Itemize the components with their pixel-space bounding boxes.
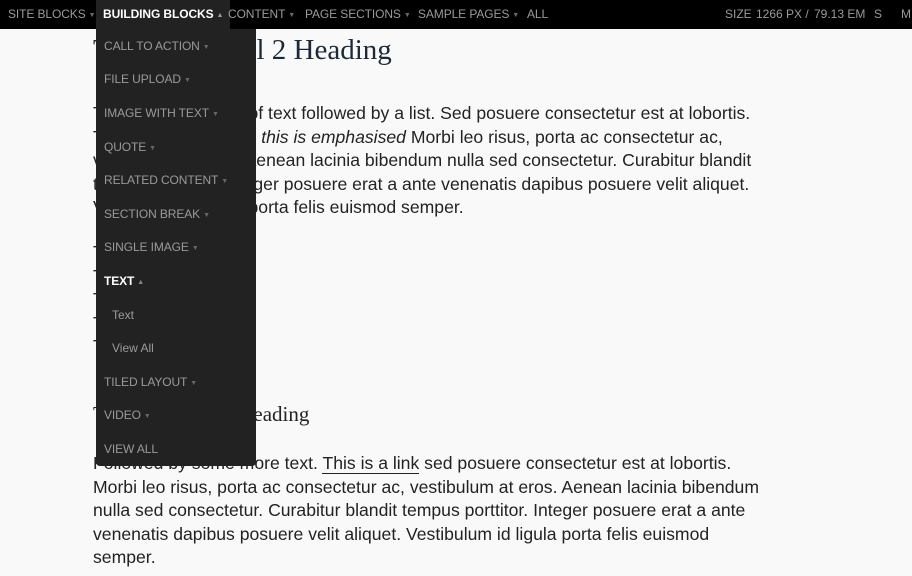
chevron-down-icon: ▼ [211, 111, 219, 118]
building-blocks-dropdown: CALL TO ACTION ▼ FILE UPLOAD ▼ IMAGE WITH … [96, 29, 256, 466]
nav-label: BUILDING BLOCKS [103, 7, 214, 21]
paragraph-line: venenatis dapibus posuere velit aliquet.… [93, 523, 710, 544]
menu-item-section-break[interactable]: SECTION BREAK ▼ [104, 207, 210, 221]
size-px-value: 1266 PX / [756, 7, 809, 21]
text-run: sed posuere consectetur est at lobortis. [419, 453, 732, 473]
size-em-value: 79.13 EM [814, 7, 866, 21]
text-run: Morbi leo risus, porta ac consectetur ac… [405, 126, 723, 147]
nav-label: PAGE SECTIONS [305, 7, 401, 21]
menu-label: TEXT [104, 274, 135, 288]
menu-item-tiled-layout[interactable]: TILED LAYOUT ▼ [104, 375, 197, 389]
chevron-down-icon: ▼ [288, 12, 296, 19]
breakpoint-medium-button[interactable]: M [901, 0, 911, 29]
paragraph-line: semper. [93, 547, 156, 567]
menu-item-call-to-action[interactable]: CALL TO ACTION ▼ [104, 39, 210, 53]
chevron-up-icon: ▲ [216, 12, 224, 19]
chevron-down-icon: ▼ [190, 380, 198, 387]
nav-site-blocks[interactable]: SITE BLOCKS ▼ [8, 0, 96, 29]
chevron-down-icon: ▼ [88, 12, 96, 19]
size-label: SIZE [725, 7, 752, 21]
chevron-up-icon: ▲ [137, 279, 145, 286]
menu-label: VIEW ALL [104, 442, 158, 456]
menu-item-text[interactable]: TEXT ▲ [104, 274, 144, 288]
menu-label: SINGLE IMAGE [104, 240, 189, 254]
chevron-down-icon: ▼ [149, 145, 157, 152]
menu-item-related-content[interactable]: RELATED CONTENT ▼ [104, 173, 228, 187]
top-navigation-bar: SITE BLOCKS ▼ BUILDING BLOCKS ▲ CONTENT ▼ P… [0, 0, 912, 29]
chevron-down-icon: ▼ [203, 212, 210, 219]
menu-label: QUOTE [104, 140, 147, 154]
chevron-down-icon: ▼ [183, 77, 191, 84]
nav-building-blocks[interactable]: BUILDING BLOCKS ▲ [96, 0, 231, 29]
menu-label: FILE UPLOAD [104, 72, 181, 86]
menu-item-quote[interactable]: QUOTE ▼ [104, 140, 156, 154]
chevron-down-icon: ▼ [403, 12, 411, 19]
submenu-item-text[interactable]: Text [112, 308, 134, 322]
submenu-item-view-all[interactable]: View All [112, 341, 154, 355]
paragraph-line: nulla sed consectetur. Curabitur blandit… [93, 500, 746, 520]
nav-label: SAMPLE PAGES [418, 7, 510, 21]
nav-label: ALL [527, 7, 549, 21]
chevron-down-icon: ▼ [143, 413, 151, 420]
inline-link[interactable]: This is a link [322, 453, 420, 474]
nav-page-sections[interactable]: PAGE SECTIONS ▼ [305, 0, 411, 29]
nav-label: CONTENT [228, 7, 286, 21]
chevron-down-icon: ▼ [512, 12, 520, 19]
breakpoint-small-button[interactable]: S [874, 0, 882, 29]
chevron-down-icon: ▼ [202, 44, 210, 51]
menu-label: RELATED CONTENT [104, 173, 219, 187]
nav-sample-pages[interactable]: SAMPLE PAGES ▼ [418, 0, 519, 29]
menu-item-video[interactable]: VIDEO ▼ [104, 408, 151, 422]
menu-label: CALL TO ACTION [104, 39, 200, 53]
menu-label: VIDEO [104, 408, 141, 422]
menu-item-image-with-text[interactable]: IMAGE WITH TEXT ▼ [104, 106, 219, 120]
paragraph-line: Morbi leo risus, porta ac consectetur ac… [93, 476, 759, 497]
chevron-down-icon: ▼ [221, 178, 229, 185]
menu-item-single-image[interactable]: SINGLE IMAGE ▼ [104, 240, 199, 254]
menu-label: TILED LAYOUT [104, 375, 188, 389]
nav-label: SITE BLOCKS [8, 7, 86, 21]
nav-all[interactable]: ALL [527, 0, 548, 29]
menu-label: SECTION BREAK [104, 207, 201, 221]
menu-label: IMAGE WITH TEXT [104, 106, 209, 120]
chevron-down-icon: ▼ [191, 245, 199, 252]
paragraph-2: Followed by some more text. This is a li… [93, 452, 759, 570]
nav-content[interactable]: CONTENT ▼ [228, 0, 295, 29]
menu-item-file-upload[interactable]: FILE UPLOAD ▼ [104, 72, 191, 86]
emphasised-text: this is emphasised [261, 126, 406, 147]
menu-item-view-all[interactable]: VIEW ALL [104, 442, 158, 456]
